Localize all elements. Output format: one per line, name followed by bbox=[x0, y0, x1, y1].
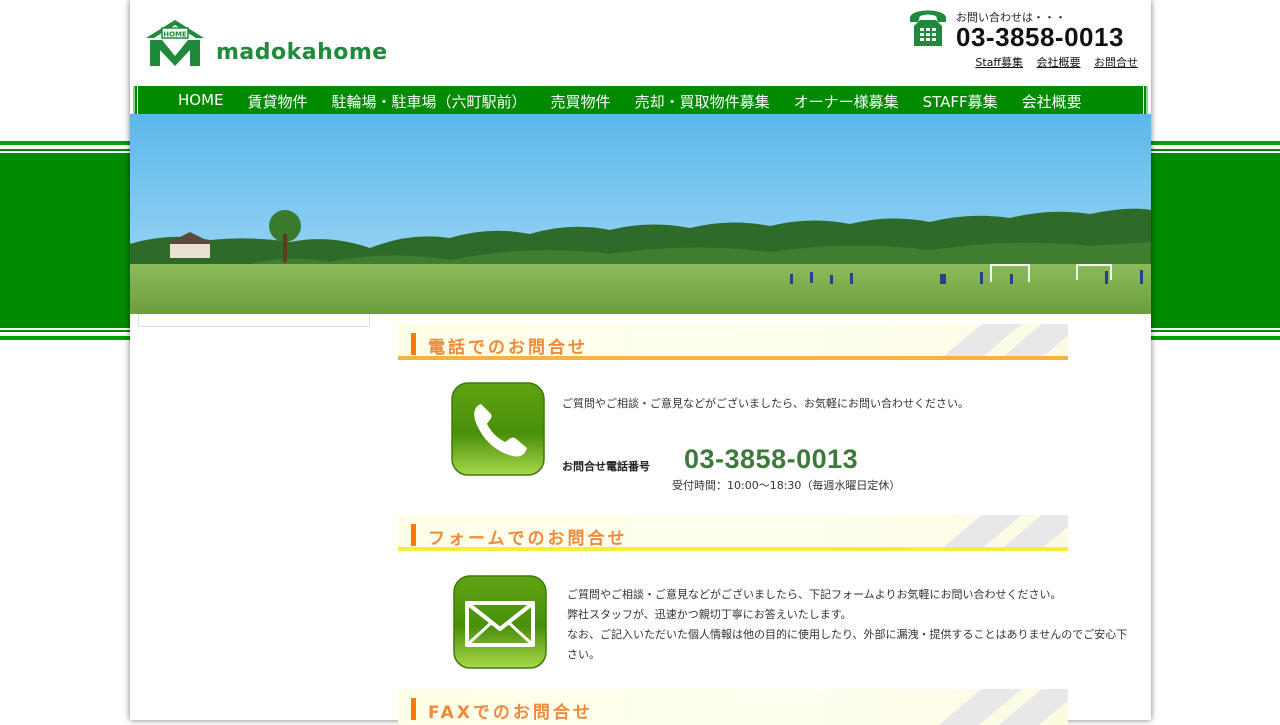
nav-item-home[interactable]: HOME bbox=[178, 91, 224, 112]
mail-button-icon bbox=[453, 575, 547, 669]
home-logo-icon[interactable]: HOME bbox=[146, 20, 204, 68]
nav-item-company[interactable]: 会社概要 bbox=[1022, 91, 1082, 112]
utility-links: Staff募集 会社概要 お問合せ bbox=[965, 54, 1138, 70]
nav-item-sale[interactable]: 売買物件 bbox=[551, 91, 611, 112]
util-link-company[interactable]: 会社概要 bbox=[1037, 56, 1081, 69]
phone-handset-icon bbox=[910, 10, 946, 46]
form-text-line-1: ご質問やご相談・ご意見などがございましたら、下記フォームよりお気軽にお問い合わせ… bbox=[567, 588, 1062, 601]
util-link-contact[interactable]: お問合せ bbox=[1094, 56, 1138, 69]
section-heading-form: フォームでのお問合せ bbox=[398, 515, 1068, 551]
nav-item-purchase[interactable]: 売却・買取物件募集 bbox=[635, 91, 770, 112]
nav-item-rental[interactable]: 賃貸物件 bbox=[248, 91, 308, 112]
phone-tel-number[interactable]: 03-3858-0013 bbox=[684, 444, 858, 475]
phone-intro-text: ご質問やご相談・ご意見などがございましたら、お気軽にお問い合わせください。 bbox=[562, 397, 969, 410]
phone-hours: 受付時間：10:00～18:30（毎週水曜日定休） bbox=[672, 479, 901, 492]
section-heading-phone: 電話でのお問合せ bbox=[398, 324, 1068, 360]
header-contact: お問い合わせは・・・ 03-3858-0013 bbox=[906, 4, 1142, 52]
page-container: HOME madokahome お問い合わせは・・・ 03-3858-0013 … bbox=[130, 0, 1151, 725]
form-text-line-3: なお、ご記入いただいた個人情報は他の目的に使用したり、外部に漏洩・提供することは… bbox=[567, 628, 1128, 641]
section-title-fax: FAXでのお問合せ bbox=[428, 703, 593, 723]
phone-tel-label: お問合せ電話番号 bbox=[562, 460, 650, 473]
nav-item-parking[interactable]: 駐輪場・駐車場（六町駅前） bbox=[332, 91, 527, 112]
util-link-staff[interactable]: Staff募集 bbox=[975, 56, 1023, 69]
hero-park-image bbox=[130, 114, 1151, 314]
nav-item-staff[interactable]: STAFF募集 bbox=[923, 91, 998, 112]
form-text-line-2: 弊社スタッフが、迅速かつ親切丁寧にお答えいたします。 bbox=[567, 608, 852, 621]
section-title-phone: 電話でのお問合せ bbox=[428, 338, 588, 358]
phone-button-icon bbox=[451, 382, 545, 476]
section-title-form: フォームでのお問合せ bbox=[428, 529, 628, 549]
form-text-line-4: さい。 bbox=[567, 648, 600, 661]
nav-item-owner[interactable]: オーナー様募集 bbox=[794, 91, 899, 112]
sidebar-box bbox=[138, 314, 370, 327]
header-tel-number: 03-3858-0013 bbox=[956, 22, 1124, 52]
logo-home-text: HOME bbox=[163, 31, 187, 39]
main-nav: HOME 賃貸物件 駐輪場・駐車場（六町駅前） 売買物件 売却・買取物件募集 オ… bbox=[133, 86, 1148, 114]
brand-name[interactable]: madokahome bbox=[216, 40, 388, 65]
